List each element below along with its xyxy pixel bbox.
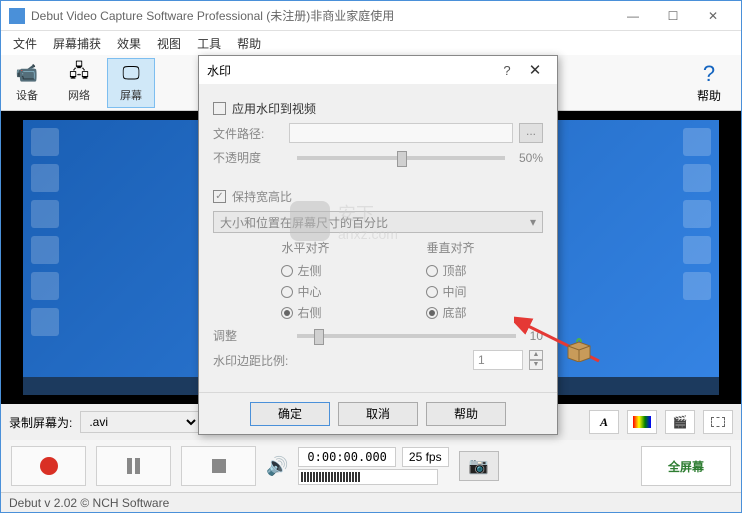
browse-button[interactable]: ... [519, 123, 543, 143]
time-display: 0:00:00.000 [298, 447, 395, 467]
v-top-radio[interactable] [426, 265, 438, 277]
margin-up-button[interactable]: ▲ [529, 350, 543, 360]
menu-tools[interactable]: 工具 [189, 33, 229, 54]
tool-screen[interactable]: 🖵 屏幕 [107, 58, 155, 108]
format-select[interactable]: .avi [80, 411, 200, 433]
dialog-close-button[interactable]: ✕ [521, 61, 549, 79]
network-icon: 🖧 [67, 63, 91, 85]
h-center-radio[interactable] [281, 286, 293, 298]
webcam-icon: 📹 [15, 63, 39, 85]
h-right-radio[interactable] [281, 307, 293, 319]
color-button[interactable] [627, 410, 657, 434]
record-label: 录制屏幕为: [9, 414, 72, 431]
v-middle-radio[interactable] [426, 286, 438, 298]
size-position-dropdown[interactable]: 大小和位置在屏幕尺寸的百分比▾ [213, 211, 543, 233]
adjust-value: 10 [530, 329, 543, 343]
screen-icon: 🖵 [119, 63, 143, 85]
text-button[interactable]: A [589, 410, 619, 434]
h-align-header: 水平对齐 [281, 239, 329, 256]
keep-ratio-label: 保持宽高比 [232, 188, 292, 205]
help-icon: ? [703, 61, 715, 87]
tool-network[interactable]: 🖧 网络 [55, 58, 103, 108]
ok-button[interactable]: 确定 [250, 402, 330, 426]
dialog-titlebar: 水印 ? ✕ [199, 56, 557, 84]
opacity-slider[interactable] [297, 156, 505, 160]
bottom-controls: 🔊 0:00:00.000 25 fps 📷 全屏幕 [1, 440, 741, 492]
dialog-help-button[interactable]: ? [493, 63, 521, 78]
file-path-label: 文件路径: [213, 125, 283, 142]
effects-button[interactable]: 🎬 [665, 410, 695, 434]
toolbar-help[interactable]: ? 帮助 [685, 58, 733, 108]
menu-effects[interactable]: 效果 [109, 33, 149, 54]
statusbar: Debut v 2.02 © NCH Software [1, 492, 741, 512]
menu-file[interactable]: 文件 [5, 33, 45, 54]
stop-icon [212, 459, 226, 473]
package-icon [564, 336, 594, 362]
opacity-value: 50% [519, 151, 543, 165]
keep-ratio-checkbox[interactable]: ✓ [213, 190, 226, 203]
chevron-down-icon: ▾ [530, 215, 536, 229]
crop-button[interactable] [703, 410, 733, 434]
v-align-header: 垂直对齐 [426, 239, 474, 256]
watermark-dialog: 水印 ? ✕ 应用水印到视频 文件路径: ... 不透明度 50% ✓ 保持宽高… [198, 55, 558, 435]
pause-icon [127, 458, 140, 474]
tool-device[interactable]: 📹 设备 [3, 58, 51, 108]
speaker-icon[interactable]: 🔊 [266, 456, 288, 477]
record-button[interactable] [11, 446, 86, 486]
close-button[interactable]: ✕ [693, 2, 733, 30]
file-path-input[interactable] [289, 123, 513, 143]
minimize-button[interactable]: — [613, 2, 653, 30]
fullscreen-button[interactable]: 全屏幕 [641, 446, 731, 486]
stop-button[interactable] [181, 446, 256, 486]
menubar: 文件 屏幕捕获 效果 视图 工具 帮助 [1, 31, 741, 55]
h-left-radio[interactable] [281, 265, 293, 277]
record-icon [40, 457, 58, 475]
opacity-label: 不透明度 [213, 149, 283, 166]
margin-input[interactable]: 1 [473, 350, 523, 370]
pause-button[interactable] [96, 446, 171, 486]
maximize-button[interactable]: ☐ [653, 2, 693, 30]
fps-display: 25 fps [402, 447, 449, 467]
adjust-label: 调整 [213, 327, 283, 344]
v-bottom-radio[interactable] [426, 307, 438, 319]
window-title: Debut Video Capture Software Professiona… [31, 7, 613, 24]
app-icon [9, 8, 25, 24]
snapshot-button[interactable]: 📷 [459, 451, 499, 481]
help-button[interactable]: 帮助 [426, 402, 506, 426]
margin-label: 水印边距比例: [213, 352, 313, 369]
titlebar: Debut Video Capture Software Professiona… [1, 1, 741, 31]
dialog-title: 水印 [207, 62, 493, 79]
cancel-button[interactable]: 取消 [338, 402, 418, 426]
menu-view[interactable]: 视图 [149, 33, 189, 54]
audio-meter [298, 469, 438, 485]
apply-watermark-label: 应用水印到视频 [232, 100, 316, 117]
margin-down-button[interactable]: ▼ [529, 360, 543, 370]
adjust-slider[interactable] [297, 334, 516, 338]
menu-help[interactable]: 帮助 [229, 33, 269, 54]
apply-watermark-checkbox[interactable] [213, 102, 226, 115]
menu-capture[interactable]: 屏幕捕获 [45, 33, 109, 54]
